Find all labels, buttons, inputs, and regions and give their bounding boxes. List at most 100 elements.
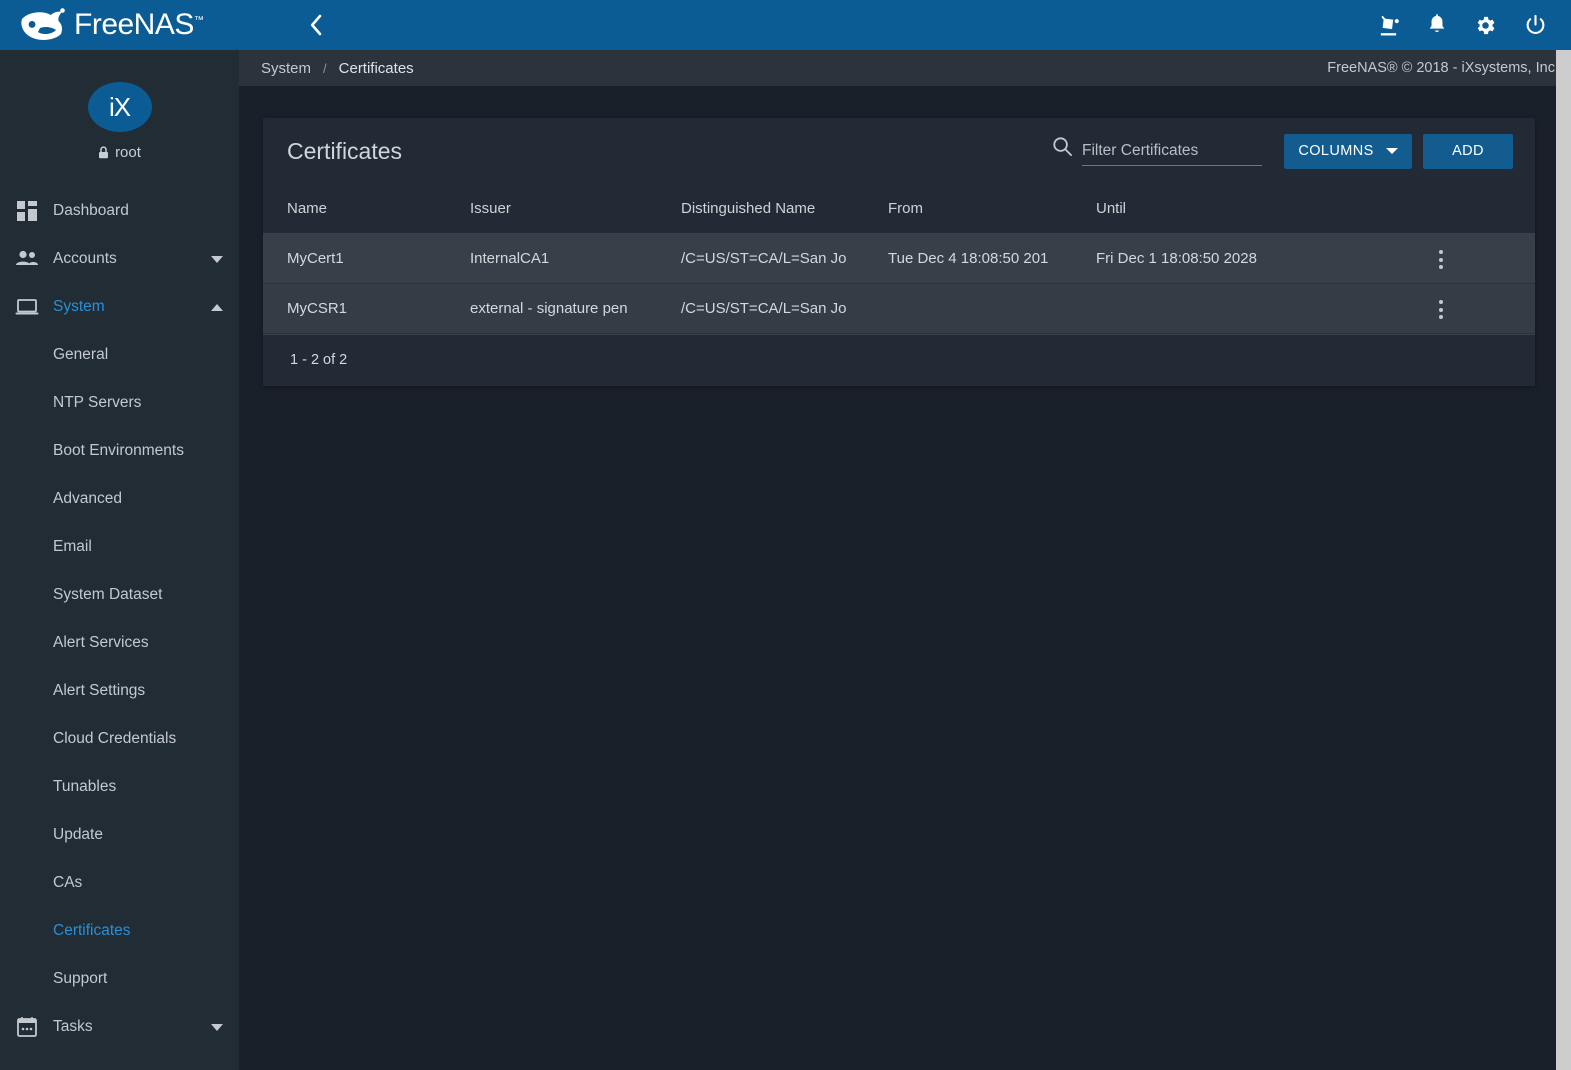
sidebar-item-label: Alert Settings xyxy=(53,682,146,699)
chevron-up-icon[interactable] xyxy=(211,303,223,311)
sidebar-item-label: Update xyxy=(53,826,103,843)
system-laptop-icon xyxy=(14,294,40,320)
add-button-label: ADD xyxy=(1452,143,1484,159)
card-header: Certificates COLUMNS xyxy=(263,118,1535,184)
settings-gear-icon[interactable] xyxy=(1474,14,1497,37)
sidebar-item-certificates[interactable]: Certificates xyxy=(0,907,239,955)
table-body: MyCert1 InternalCA1 /C=US/ST=CA/L=San Jo… xyxy=(263,233,1535,334)
freenas-fish-logo-icon xyxy=(18,8,66,42)
sidebar-item-dashboard[interactable]: Dashboard xyxy=(0,187,239,235)
filter-wrap xyxy=(1052,136,1262,166)
breadcrumb-separator: / xyxy=(323,60,327,76)
chevron-down-icon[interactable] xyxy=(211,1023,223,1031)
theme-paint-bucket-icon[interactable] xyxy=(1377,14,1400,37)
sidebar-item-label: Tunables xyxy=(53,778,117,795)
main-area: System / Certificates FreeNAS® © 2018 - … xyxy=(239,0,1571,1070)
sidebar-item-label: Tasks xyxy=(53,1018,93,1035)
dashboard-icon xyxy=(14,198,40,224)
sidebar: FreeNAS™ iX root Dashboard Accounts Syst… xyxy=(0,0,239,1070)
avatar[interactable]: iX xyxy=(87,82,152,132)
copyright-text: FreeNAS® © 2018 - iXsystems, Inc. xyxy=(1327,60,1559,76)
column-header-name[interactable]: Name xyxy=(263,184,470,234)
columns-button-label: COLUMNS xyxy=(1298,143,1374,159)
table-row[interactable]: MyCert1 InternalCA1 /C=US/ST=CA/L=San Jo… xyxy=(263,233,1535,284)
page-title: Certificates xyxy=(287,137,403,164)
column-header-actions xyxy=(1346,184,1535,234)
table-head: Name Issuer Distinguished Name From Unti… xyxy=(263,184,1535,234)
sidebar-item-label: System Dataset xyxy=(53,586,163,603)
search-input[interactable] xyxy=(1082,140,1262,166)
sidebar-item-label: Boot Environments xyxy=(53,442,184,459)
sidebar-item-alert-settings[interactable]: Alert Settings xyxy=(0,667,239,715)
brand-trademark: ™ xyxy=(193,15,204,26)
sidebar-item-accounts[interactable]: Accounts xyxy=(0,235,239,283)
sidebar-item-label: Accounts xyxy=(53,250,117,267)
chevron-down-icon xyxy=(1385,143,1398,159)
accounts-people-icon xyxy=(14,246,40,272)
sidebar-item-label: Support xyxy=(53,970,108,987)
sidebar-item-update[interactable]: Update xyxy=(0,811,239,859)
sidebar-item-label: CAs xyxy=(53,874,83,891)
cell-actions xyxy=(1346,283,1535,334)
sidebar-item-ntp-servers[interactable]: NTP Servers xyxy=(0,379,239,427)
breadcrumb: System / Certificates FreeNAS® © 2018 - … xyxy=(239,50,1571,86)
column-header-from[interactable]: From xyxy=(888,184,1096,234)
sidebar-item-email[interactable]: Email xyxy=(0,523,239,571)
sidebar-item-label: Advanced xyxy=(53,490,122,507)
cell-until xyxy=(1096,283,1346,334)
certificates-card: Certificates COLUMNS xyxy=(263,118,1535,386)
app-root: FreeNAS™ iX root Dashboard Accounts Syst… xyxy=(0,0,1571,1070)
sidebar-item-label: Email xyxy=(53,538,92,555)
column-header-issuer[interactable]: Issuer xyxy=(470,184,681,234)
power-icon[interactable] xyxy=(1524,14,1547,37)
breadcrumb-parent[interactable]: System xyxy=(261,60,311,77)
row-actions-kebab-icon[interactable] xyxy=(1433,244,1449,275)
notifications-bell-icon[interactable] xyxy=(1427,14,1447,36)
sidebar-item-system[interactable]: System xyxy=(0,283,239,331)
sidebar-item-system-dataset[interactable]: System Dataset xyxy=(0,571,239,619)
brand-logo[interactable]: FreeNAS™ xyxy=(18,8,204,42)
search-icon xyxy=(1052,136,1073,166)
columns-button[interactable]: COLUMNS xyxy=(1284,133,1412,169)
cell-actions xyxy=(1346,233,1535,284)
cell-until: Fri Dec 1 18:08:50 2028 xyxy=(1096,233,1346,284)
cell-from xyxy=(888,283,1096,334)
sidebar-item-label: System xyxy=(53,298,105,315)
pagination-label: 1 - 2 of 2 xyxy=(290,352,348,368)
topbar xyxy=(239,0,1571,50)
table-row[interactable]: MyCSR1 external - signature pen /C=US/ST… xyxy=(263,283,1535,334)
topbar-left xyxy=(261,14,323,36)
cell-distinguished-name: /C=US/ST=CA/L=San Jo xyxy=(681,283,888,334)
cell-issuer: external - signature pen xyxy=(470,283,681,334)
sidebar-item-boot-environments[interactable]: Boot Environments xyxy=(0,427,239,475)
column-header-distinguished-name[interactable]: Distinguished Name xyxy=(681,184,888,234)
lock-icon xyxy=(98,146,109,159)
tasks-calendar-icon xyxy=(14,1014,40,1040)
sidebar-item-support[interactable]: Support xyxy=(0,955,239,1003)
row-actions-kebab-icon[interactable] xyxy=(1433,294,1449,325)
chevron-left-icon[interactable] xyxy=(309,14,323,36)
column-header-until[interactable]: Until xyxy=(1096,184,1346,234)
sidebar-nav: Dashboard Accounts System General NTP Se… xyxy=(0,183,239,1051)
sidebar-item-alert-services[interactable]: Alert Services xyxy=(0,619,239,667)
sidebar-item-tunables[interactable]: Tunables xyxy=(0,763,239,811)
sidebar-item-label: Certificates xyxy=(53,922,131,939)
sidebar-item-label: Alert Services xyxy=(53,634,149,651)
pagination-bar: 1 - 2 of 2 xyxy=(263,333,1535,386)
sidebar-item-tasks[interactable]: Tasks xyxy=(0,1003,239,1051)
sidebar-item-cloud-credentials[interactable]: Cloud Credentials xyxy=(0,715,239,763)
sidebar-item-label: Dashboard xyxy=(53,202,129,219)
breadcrumb-current: Certificates xyxy=(338,59,414,77)
sidebar-item-cas[interactable]: CAs xyxy=(0,859,239,907)
add-button[interactable]: ADD xyxy=(1423,133,1513,169)
page-scrollbar[interactable] xyxy=(1556,50,1571,1070)
user-name-row: root xyxy=(98,144,141,161)
cell-name: MyCert1 xyxy=(263,233,470,284)
chevron-down-icon[interactable] xyxy=(211,255,223,263)
hamburger-menu-icon[interactable] xyxy=(261,16,287,34)
cell-issuer: InternalCA1 xyxy=(470,233,681,284)
user-name-label: root xyxy=(115,144,141,161)
sidebar-item-general[interactable]: General xyxy=(0,331,239,379)
sidebar-item-advanced[interactable]: Advanced xyxy=(0,475,239,523)
cell-from: Tue Dec 4 18:08:50 201 xyxy=(888,233,1096,284)
